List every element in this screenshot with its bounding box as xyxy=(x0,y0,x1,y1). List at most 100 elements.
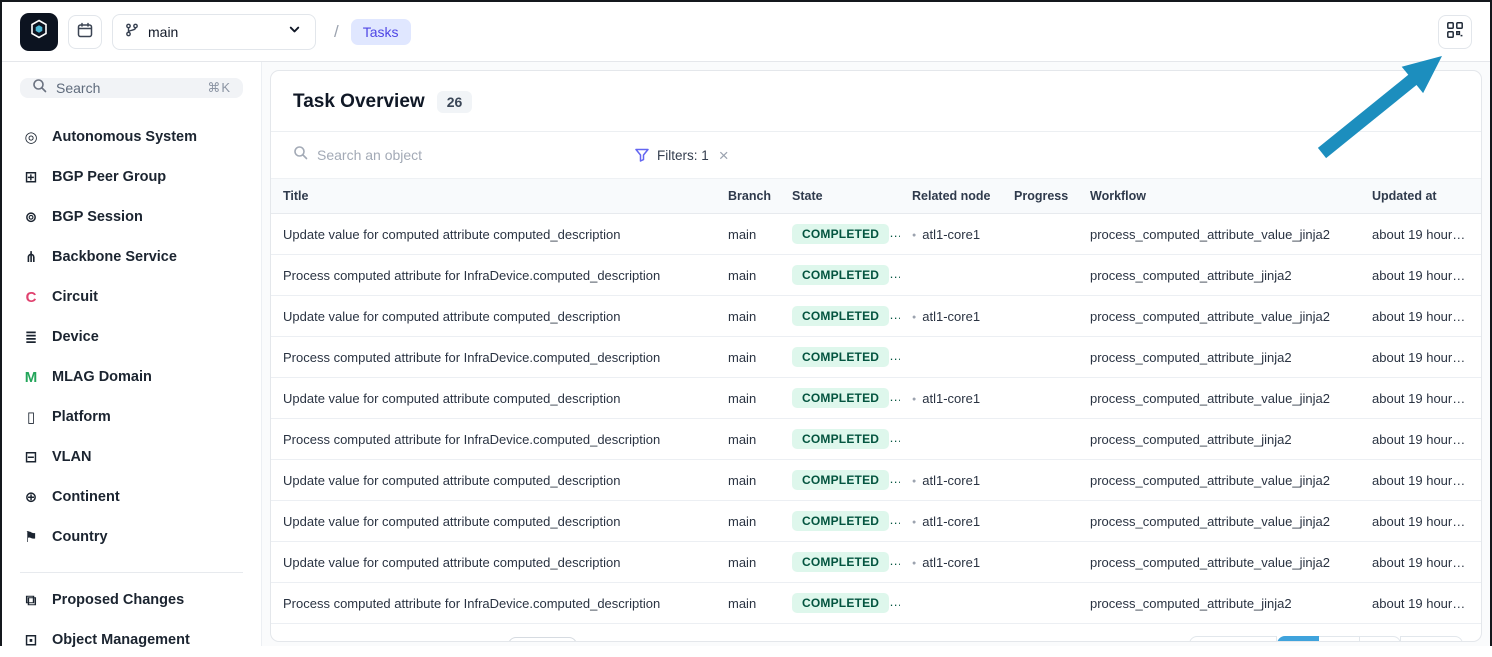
branch-selector[interactable]: main xyxy=(112,14,316,50)
previous-page-button[interactable]: Previous xyxy=(1189,636,1277,642)
sidebar-item-bgp-session[interactable]: ⊚BGP Session xyxy=(12,200,251,234)
table-footer: Showing 1 to 10 of 26 results 10 Previou… xyxy=(271,624,1481,642)
status-badge: COMPLETED xyxy=(792,429,889,449)
column-header-branch[interactable]: Branch xyxy=(716,179,780,214)
page-button-2[interactable]: 2 xyxy=(1318,636,1360,642)
cell-related-node xyxy=(900,255,1002,296)
cell-updated-at: about 19 hours ago xyxy=(1360,296,1481,337)
column-header-title[interactable]: Title xyxy=(271,179,716,214)
sidebar-item-autonomous-system[interactable]: ◎Autonomous System xyxy=(12,120,251,154)
cell-state: COMPLETED xyxy=(780,501,900,542)
column-header-state[interactable]: State xyxy=(780,179,900,214)
app-logo[interactable] xyxy=(20,13,58,51)
column-header-progress[interactable]: Progress xyxy=(1002,179,1078,214)
cell-workflow: process_computed_attribute_jinja2 xyxy=(1078,419,1360,460)
cell-progress xyxy=(1002,542,1078,583)
card-header: Task Overview 26 xyxy=(271,71,1481,132)
cell-branch: main xyxy=(716,460,780,501)
qr-code-icon xyxy=(1446,21,1464,42)
table-row[interactable]: Update value for computed attribute comp… xyxy=(271,460,1481,501)
table-row[interactable]: Update value for computed attribute comp… xyxy=(271,542,1481,583)
breadcrumb-separator: / xyxy=(334,22,339,42)
table-row[interactable]: Process computed attribute for InfraDevi… xyxy=(271,255,1481,296)
table-row[interactable]: Update value for computed attribute comp… xyxy=(271,378,1481,419)
top-bar: main / Tasks xyxy=(2,2,1490,62)
cell-related-node: ●atl1-core1 xyxy=(900,460,1002,501)
column-header-updated-at[interactable]: Updated at xyxy=(1360,179,1481,214)
filters-label: Filters: 1 xyxy=(657,148,709,163)
cell-workflow: process_computed_attribute_value_jinja2 xyxy=(1078,378,1360,419)
cell-updated-at: about 19 hours ago xyxy=(1360,542,1481,583)
cell-progress xyxy=(1002,214,1078,255)
table-row[interactable]: Update value for computed attribute comp… xyxy=(271,501,1481,542)
branch-selector-chevron[interactable] xyxy=(273,15,315,49)
status-badge: COMPLETED xyxy=(792,593,889,613)
cell-related-node: ●atl1-core1 xyxy=(900,501,1002,542)
mlag-domain-icon: M xyxy=(22,369,40,386)
sidebar-search-label: Search xyxy=(56,80,198,96)
cell-related-node xyxy=(900,583,1002,624)
sidebar-item-platform[interactable]: ▯Platform xyxy=(12,400,251,434)
chevron-down-icon xyxy=(288,23,301,41)
page-size-select[interactable]: 10 xyxy=(508,637,577,642)
cell-workflow: process_computed_attribute_jinja2 xyxy=(1078,583,1360,624)
sidebar-item-vlan[interactable]: ⊟VLAN xyxy=(12,440,251,474)
breadcrumb-tasks[interactable]: Tasks xyxy=(351,19,411,45)
sidebar-item-country[interactable]: ⚑Country xyxy=(12,520,251,554)
sidebar-item-label: VLAN xyxy=(52,449,91,465)
cell-progress xyxy=(1002,583,1078,624)
table-row[interactable]: Process computed attribute for InfraDevi… xyxy=(271,337,1481,378)
filters-control[interactable]: Filters: 1 × xyxy=(635,147,731,164)
page-button-1[interactable]: 1 xyxy=(1277,636,1319,642)
page-button-3[interactable]: 3 xyxy=(1359,636,1401,642)
sidebar-item-continent[interactable]: ⊕Continent xyxy=(12,480,251,514)
node-dot-icon: ● xyxy=(912,396,916,403)
sidebar-item-label: Device xyxy=(52,329,99,345)
device-icon: ≣ xyxy=(22,328,40,346)
status-badge: COMPLETED xyxy=(792,265,889,285)
scan-qr-button[interactable] xyxy=(1438,15,1472,49)
table-header-row: TitleBranchStateRelated nodeProgressWork… xyxy=(271,179,1481,214)
clear-filters-icon[interactable]: × xyxy=(717,147,731,164)
column-header-workflow[interactable]: Workflow xyxy=(1078,179,1360,214)
date-time-button[interactable] xyxy=(68,15,102,49)
cell-state: COMPLETED xyxy=(780,214,900,255)
status-badge: COMPLETED xyxy=(792,552,889,572)
cell-state: COMPLETED xyxy=(780,583,900,624)
table-row[interactable]: Update value for computed attribute comp… xyxy=(271,296,1481,337)
next-page-button[interactable]: Next xyxy=(1400,636,1463,642)
sidebar-search[interactable]: Search ⌘K xyxy=(20,78,243,98)
sidebar-item-bgp-peer-group[interactable]: ⊞BGP Peer Group xyxy=(12,160,251,194)
page-body: Search ⌘K ◎Autonomous System ⊞BGP Peer Gr… xyxy=(2,62,1490,646)
sidebar-item-object-management[interactable]: ⊡Object Management xyxy=(12,623,251,657)
cell-updated-at: about 19 hours ago xyxy=(1360,460,1481,501)
cell-state: COMPLETED xyxy=(780,542,900,583)
sidebar-item-backbone-service[interactable]: ⋔Backbone Service xyxy=(12,240,251,274)
cell-state: COMPLETED xyxy=(780,419,900,460)
tasks-table: TitleBranchStateRelated nodeProgressWork… xyxy=(271,178,1481,624)
sidebar-item-circuit[interactable]: CCircuit xyxy=(12,280,251,314)
sidebar-item-label: Continent xyxy=(52,489,120,505)
cell-workflow: process_computed_attribute_value_jinja2 xyxy=(1078,460,1360,501)
object-search-input[interactable] xyxy=(317,147,537,163)
related-node-name: atl1-core1 xyxy=(922,309,980,324)
related-node-name: atl1-core1 xyxy=(922,391,980,406)
cell-title: Process computed attribute for InfraDevi… xyxy=(271,419,716,460)
table-row[interactable]: Update value for computed attribute comp… xyxy=(271,214,1481,255)
column-header-related-node[interactable]: Related node xyxy=(900,179,1002,214)
cell-state: COMPLETED xyxy=(780,378,900,419)
proposed-changes-icon: ⧉ xyxy=(22,592,40,609)
sidebar-item-device[interactable]: ≣ Device xyxy=(12,320,251,354)
related-node-name: atl1-core1 xyxy=(922,555,980,570)
cell-workflow: process_computed_attribute_value_jinja2 xyxy=(1078,501,1360,542)
table-row[interactable]: Process computed attribute for InfraDevi… xyxy=(271,419,1481,460)
sidebar-item-proposed-changes[interactable]: ⧉Proposed Changes xyxy=(12,583,251,617)
sidebar-item-mlag-domain[interactable]: MMLAG Domain xyxy=(12,360,251,394)
object-search xyxy=(293,145,537,165)
table-row[interactable]: Process computed attribute for InfraDevi… xyxy=(271,583,1481,624)
status-badge: COMPLETED xyxy=(792,306,889,326)
cell-updated-at: about 19 hours ago xyxy=(1360,419,1481,460)
cell-title: Update value for computed attribute comp… xyxy=(271,542,716,583)
cell-workflow: process_computed_attribute_jinja2 xyxy=(1078,255,1360,296)
cell-branch: main xyxy=(716,501,780,542)
